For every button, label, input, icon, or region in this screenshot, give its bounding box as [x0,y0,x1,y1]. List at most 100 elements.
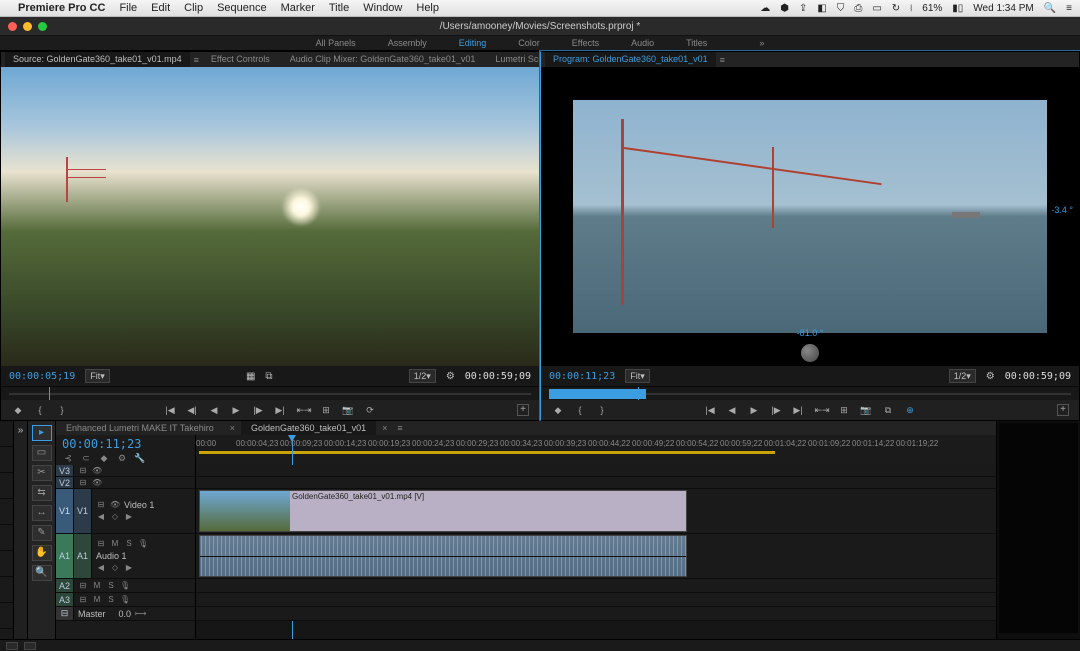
lift-button[interactable]: ⇤⇥ [815,403,829,417]
battery-pct[interactable]: 61% [922,3,942,14]
wifi-icon[interactable]: ⧙ [910,3,912,14]
track-master[interactable]: ⊟ Master 0.0⟼ [56,607,195,621]
menu-edit[interactable]: Edit [151,2,170,14]
button-editor[interactable]: + [1057,404,1069,416]
clock[interactable]: Wed 1:34 PM [973,3,1033,14]
goto-in-button[interactable]: |◀ [703,403,717,417]
track-a3[interactable]: A3 ⊟MS🎙 [56,593,195,607]
lane-a1[interactable] [196,534,996,579]
source-zoom[interactable]: Fit ▾ [85,369,110,383]
pen-tool[interactable]: ✎ [32,525,52,541]
workspace-all-panels[interactable]: All Panels [316,38,356,48]
seq-tab-2[interactable]: GoldenGate360_take01_v01 [241,421,376,435]
sync-icon[interactable]: ↻ [892,3,900,14]
display-icon[interactable]: ▭ [872,3,881,14]
lane-v1[interactable]: GoldenGate360_take01_v01.mp4 [V] [196,489,996,534]
track-a2[interactable]: A2 ⊟MS🎙 [56,579,195,593]
vr-toggle-icon[interactable]: ▦ [246,371,255,382]
comparison-icon[interactable]: ⧉ [265,371,272,382]
timeline-ruler[interactable]: 00:00 00:00:04;23 00:00:09;23 00:00:14;2… [196,435,996,465]
tab-close-icon[interactable]: × [226,423,239,433]
tab-audio-clip-mixer[interactable]: Audio Clip Mixer: GoldenGate360_take01_v… [282,52,484,67]
linked-sel-icon[interactable]: ⊂ [80,453,92,465]
marker-icon[interactable]: ◆ [98,453,110,465]
spotlight-icon[interactable]: 🔍 [1044,3,1056,14]
razor-tool[interactable]: ⇆ [32,485,52,501]
mark-out-button[interactable]: } [595,403,609,417]
vr-pan-readout[interactable]: -81.0 ° [541,328,1079,338]
view-mode-icon[interactable] [6,642,18,650]
tab-effect-controls[interactable]: Effect Controls [203,52,278,67]
lane-master[interactable] [196,607,996,621]
track-select-tool[interactable]: ▭ [32,445,52,461]
add-marker-button[interactable]: ◆ [551,403,565,417]
hand-tool[interactable]: ✋ [32,545,52,561]
app-name[interactable]: Premiere Pro CC [18,2,105,14]
step-fwd-button[interactable]: |▶ [251,403,265,417]
compare-button[interactable]: ⧉ [881,403,895,417]
loop-button[interactable]: ⟳ [363,403,377,417]
selection-tool[interactable]: ▸ [32,425,52,441]
track-v2[interactable]: V2 ⊟👁 [56,477,195,489]
play-button[interactable]: ▶ [747,403,761,417]
program-monitor[interactable]: -3.4 ° -81.0 ° [541,67,1079,366]
extract-button[interactable]: ⊞ [837,403,851,417]
settings-icon[interactable]: ⚙ [116,453,128,465]
vr-orientation-ball[interactable] [801,344,819,362]
add-marker-button[interactable]: ◆ [11,403,25,417]
menu-title[interactable]: Title [329,2,349,14]
menu-icon[interactable]: ≡ [1066,3,1072,14]
settings-icon[interactable]: ⚙ [986,371,995,382]
source-playhead[interactable] [49,387,50,401]
overwrite-button[interactable]: ⊞ [319,403,333,417]
source-patch-a1[interactable]: A1 [56,534,74,578]
program-zoom[interactable]: Fit ▾ [625,369,650,383]
mark-in-button[interactable]: { [33,403,47,417]
project-panel-collapsed[interactable] [0,421,14,651]
program-playhead[interactable] [638,387,639,401]
status-icon[interactable]: ◧ [817,3,826,14]
workspace-audio[interactable]: Audio [631,38,654,48]
timeline-timecode[interactable]: 00:00:11;23 [62,437,189,451]
view-mode-icon[interactable] [24,642,36,650]
lane-v2[interactable] [196,477,996,489]
vr-button[interactable]: ⊕ [903,403,917,417]
source-timecode[interactable]: 00:00:05;19 [9,371,75,382]
menu-window[interactable]: Window [363,2,402,14]
tab-close-icon[interactable]: × [378,423,391,433]
printer-icon[interactable]: ⎙ [854,3,862,14]
workspace-effects[interactable]: Effects [572,38,599,48]
track-lanes[interactable]: GoldenGate360_take01_v01.mp4 [V] [196,465,996,651]
mark-out-button[interactable]: } [55,403,69,417]
status-icon[interactable]: ☁︎ [760,3,770,14]
play-reverse-button[interactable]: ◀ [207,403,221,417]
export-frame-button[interactable]: 📷 [341,403,355,417]
program-timecode[interactable]: 00:00:11;23 [549,371,615,382]
step-fwd-button[interactable]: |▶ [769,403,783,417]
video-clip[interactable]: GoldenGate360_take01_v01.mp4 [V] [199,490,687,532]
source-monitor[interactable] [1,67,539,366]
insert-button[interactable]: ⇤⇥ [297,403,311,417]
track-v1[interactable]: V1 V1 ⊟👁Video 1 ◀◇▶ [56,489,195,534]
play-reverse-button[interactable]: ◀ [725,403,739,417]
workspace-color[interactable]: Color [518,38,540,48]
audio-clip[interactable] [199,535,687,577]
lane-a2[interactable] [196,579,996,593]
workspace-assembly[interactable]: Assembly [388,38,427,48]
status-icon[interactable]: ⬢ [780,3,789,14]
work-area-bar[interactable] [199,451,775,454]
menu-marker[interactable]: Marker [281,2,315,14]
source-scrub[interactable] [1,386,539,400]
tab-program[interactable]: Program: GoldenGate360_take01_v01 [545,52,716,67]
seq-tab-1[interactable]: Enhanced Lumetri MAKE IT Takehiro [56,421,224,435]
battery-icon[interactable]: ▮▯ [952,3,963,14]
ripple-tool[interactable]: ✂ [32,465,52,481]
button-editor[interactable]: + [517,404,529,416]
wrench-icon[interactable]: 🔧 [134,453,146,465]
workspace-overflow[interactable]: » [759,38,764,48]
dropbox-icon[interactable]: ⇪ [799,3,807,14]
workspace-editing[interactable]: Editing [459,38,487,48]
tab-lumetri-scopes[interactable]: Lumetri Scopes [487,52,539,67]
export-frame-button[interactable]: 📷 [859,403,873,417]
mark-in-button[interactable]: { [573,403,587,417]
